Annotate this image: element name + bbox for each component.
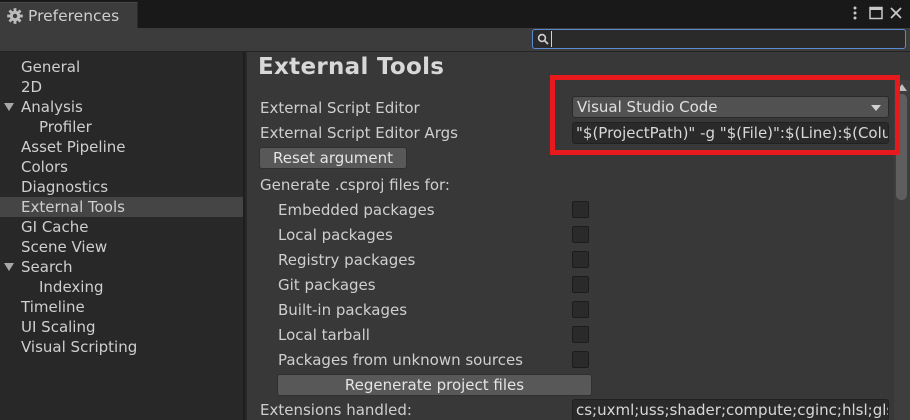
sidebar-item-label: Colors xyxy=(21,158,68,176)
script-editor-value: Visual Studio Code xyxy=(577,98,718,116)
sidebar: General 2D Analysis Profiler Asset Pipel… xyxy=(0,52,245,420)
sidebar-item-label: 2D xyxy=(21,78,43,96)
sidebar-item-label: UI Scaling xyxy=(21,318,96,336)
sidebar-item-label: Profiler xyxy=(39,118,92,136)
built-in-packages-label: Built-in packages xyxy=(278,301,408,319)
extensions-handled-field[interactable]: cs;uxml;uss;shader;compute;cginc;hlsl;gl… xyxy=(572,399,889,420)
sidebar-item-analysis[interactable]: Analysis xyxy=(0,97,243,117)
sidebar-item-ui-scaling[interactable]: UI Scaling xyxy=(0,317,243,337)
reset-argument-button[interactable]: Reset argument xyxy=(259,147,407,169)
generate-csproj-label: Generate .csproj files for: xyxy=(260,176,450,194)
sidebar-item-label: General xyxy=(21,58,81,76)
sidebar-item-search[interactable]: Search xyxy=(0,257,243,277)
sidebar-item-label: GI Cache xyxy=(21,218,89,236)
sidebar-item-timeline[interactable]: Timeline xyxy=(0,297,243,317)
search-field[interactable] xyxy=(532,29,906,49)
title-bar: Preferences xyxy=(0,0,910,29)
script-editor-dropdown[interactable]: Visual Studio Code xyxy=(572,96,889,118)
scroll-up-arrow-icon[interactable] xyxy=(897,84,907,91)
kebab-menu-icon[interactable] xyxy=(847,5,863,21)
local-packages-label: Local packages xyxy=(278,226,393,244)
chevron-down-icon xyxy=(871,105,881,111)
sidebar-item-2d[interactable]: 2D xyxy=(0,77,243,97)
gear-icon xyxy=(7,8,23,24)
scrollbar-thumb[interactable] xyxy=(896,94,907,200)
search-input[interactable] xyxy=(551,31,901,47)
sidebar-item-label: Asset Pipeline xyxy=(21,138,126,156)
close-icon[interactable] xyxy=(888,5,904,21)
sidebar-item-label: External Tools xyxy=(21,198,125,216)
extensions-handled-label: Extensions handled: xyxy=(260,401,412,419)
sidebar-item-general[interactable]: General xyxy=(0,57,243,77)
tab-title: Preferences xyxy=(28,7,120,25)
script-editor-args-label: External Script Editor Args xyxy=(260,124,458,142)
script-editor-label: External Script Editor xyxy=(260,99,420,117)
registry-packages-label: Registry packages xyxy=(278,251,416,269)
preferences-tab[interactable]: Preferences xyxy=(0,2,138,29)
sidebar-item-colors[interactable]: Colors xyxy=(0,157,243,177)
sidebar-item-external-tools[interactable]: External Tools xyxy=(0,197,243,217)
expand-caret-icon[interactable] xyxy=(4,103,14,111)
local-tarball-label: Local tarball xyxy=(278,326,370,344)
search-icon xyxy=(537,33,549,45)
maximize-icon[interactable] xyxy=(868,5,884,21)
sidebar-item-diagnostics[interactable]: Diagnostics xyxy=(0,177,243,197)
sidebar-item-asset-pipeline[interactable]: Asset Pipeline xyxy=(0,137,243,157)
sidebar-item-scene-view[interactable]: Scene View xyxy=(0,237,243,257)
sidebar-item-label: Indexing xyxy=(39,278,104,296)
extensions-handled-value: cs;uxml;uss;shader;compute;cginc;hlsl;gl… xyxy=(576,401,889,419)
sidebar-item-label: Visual Scripting xyxy=(21,338,138,356)
page-title: External Tools xyxy=(258,54,445,80)
sidebar-item-label: Scene View xyxy=(21,238,108,256)
sidebar-item-label: Search xyxy=(21,258,73,276)
script-editor-args-value: "$(ProjectPath)" -g "$(File)":$(Line):$(… xyxy=(576,124,889,142)
local-tarball-checkbox[interactable] xyxy=(572,326,589,343)
settings-panel: External Tools External Script Editor Vi… xyxy=(247,52,910,420)
sidebar-item-label: Timeline xyxy=(21,298,85,316)
embedded-packages-checkbox[interactable] xyxy=(572,201,589,218)
unknown-sources-label: Packages from unknown sources xyxy=(278,351,523,369)
registry-packages-checkbox[interactable] xyxy=(572,251,589,268)
unknown-sources-checkbox[interactable] xyxy=(572,351,589,368)
sidebar-item-label: Analysis xyxy=(21,98,83,116)
sidebar-item-label: Diagnostics xyxy=(21,178,109,196)
local-packages-checkbox[interactable] xyxy=(572,226,589,243)
git-packages-label: Git packages xyxy=(278,276,376,294)
built-in-packages-checkbox[interactable] xyxy=(572,301,589,318)
sidebar-item-visual-scripting[interactable]: Visual Scripting xyxy=(0,337,243,357)
git-packages-checkbox[interactable] xyxy=(572,276,589,293)
sidebar-item-indexing[interactable]: Indexing xyxy=(0,277,243,297)
sidebar-item-gi-cache[interactable]: GI Cache xyxy=(0,217,243,237)
script-editor-args-field[interactable]: "$(ProjectPath)" -g "$(File)":$(Line):$(… xyxy=(572,122,889,144)
embedded-packages-label: Embedded packages xyxy=(278,201,435,219)
sidebar-item-profiler[interactable]: Profiler xyxy=(0,117,243,137)
toolbar xyxy=(0,28,910,52)
expand-caret-icon[interactable] xyxy=(4,263,14,271)
regenerate-project-files-button[interactable]: Regenerate project files xyxy=(277,374,592,396)
